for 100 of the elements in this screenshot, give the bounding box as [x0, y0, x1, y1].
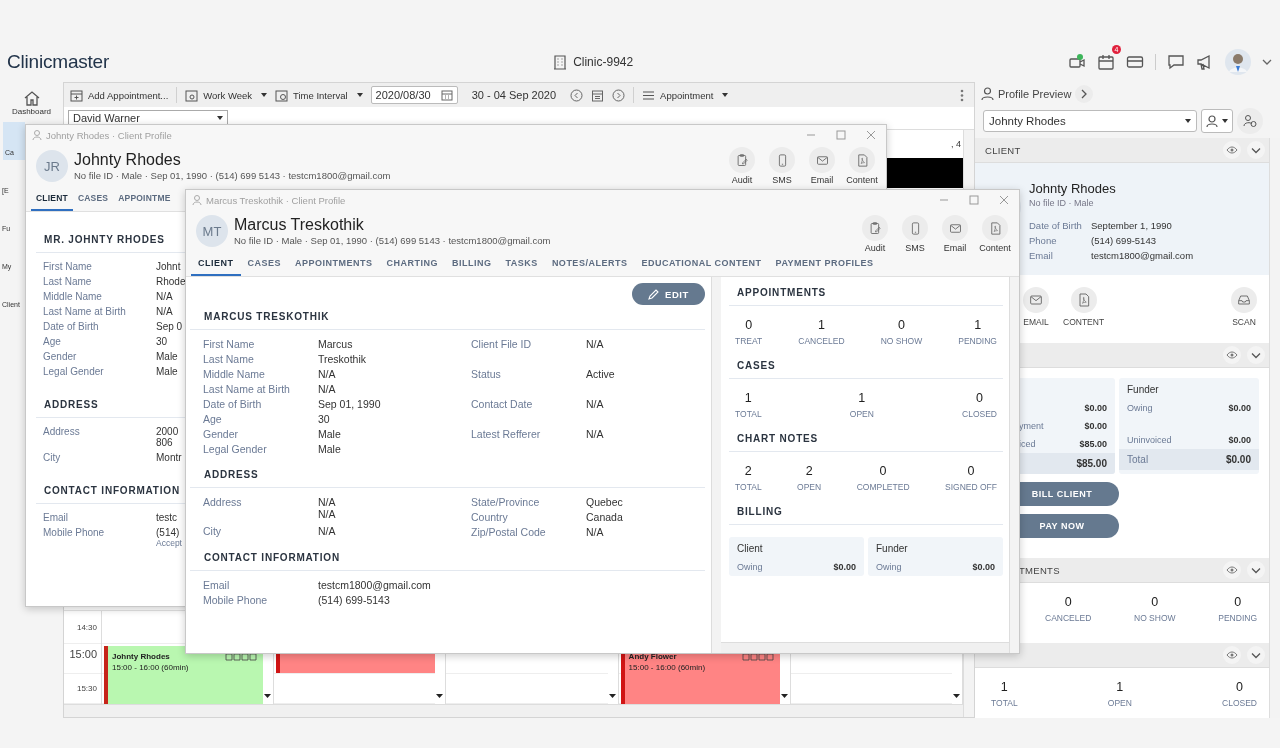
tab[interactable]: CASES: [240, 252, 288, 276]
appointment-block[interactable]: Johnty Rhodes 15:00 - 16:00 (60min): [104, 646, 264, 704]
tab[interactable]: APPOINTMENTS: [288, 252, 380, 276]
field-label: Status: [471, 368, 502, 382]
stat-value: 0: [1151, 595, 1159, 609]
collapse-button[interactable]: [1247, 141, 1265, 159]
view-dropdown[interactable]: Work Week: [185, 88, 268, 102]
client-dropdown[interactable]: Johnty Rhodes: [983, 110, 1197, 132]
section-title: APPOINTMENTS: [729, 287, 1003, 306]
clipboard-icon: [867, 220, 883, 236]
visibility-button[interactable]: [1223, 646, 1241, 664]
user-avatar[interactable]: [1225, 49, 1251, 75]
stat-label: OPEN: [1107, 698, 1132, 708]
add-person-button[interactable]: [1237, 108, 1263, 134]
calendar-icon[interactable]: [591, 88, 605, 102]
person-icon: [1206, 114, 1218, 128]
field-value: testcm1800@gmail.com: [318, 579, 431, 591]
caret-icon[interactable]: [608, 694, 616, 699]
field-note: Accept: [156, 538, 182, 548]
field-value: Active: [586, 368, 615, 380]
field-label: Age: [43, 336, 62, 347]
tab[interactable]: TASKS: [498, 252, 545, 276]
field-label: Mobile Phone: [43, 527, 106, 540]
previous-icon[interactable]: [570, 88, 584, 102]
date-range: 30 - 04 Sep 2020: [471, 89, 557, 101]
field-label: Email: [43, 512, 69, 523]
visibility-button[interactable]: [1223, 346, 1241, 364]
stat-value: 2: [805, 464, 813, 478]
tab[interactable]: CLIENT: [31, 187, 73, 211]
time-interval-dropdown[interactable]: Time Interval: [275, 88, 363, 102]
field-value: N/A: [318, 383, 336, 395]
person-settings-icon: [1243, 114, 1257, 128]
tab[interactable]: CHARTING: [379, 252, 446, 276]
video-call-icon[interactable]: [1068, 53, 1086, 71]
next-icon[interactable]: [612, 88, 626, 102]
caret-icon[interactable]: [780, 694, 788, 699]
field-label: Legal Gender: [203, 443, 268, 455]
stat-label: CLOSED: [1222, 698, 1257, 708]
maximize-icon[interactable]: [969, 195, 979, 205]
more-icon[interactable]: [960, 88, 964, 102]
status-icons: [225, 652, 260, 661]
tab[interactable]: BILLING: [445, 252, 499, 276]
field-value: N/A: [586, 398, 604, 410]
field-value: 30: [156, 336, 168, 347]
field-value: 2000: [156, 426, 179, 437]
tab[interactable]: CASES: [72, 187, 114, 211]
eye-icon: [1226, 146, 1238, 154]
collapse-button[interactable]: [1247, 561, 1265, 579]
collapse-button[interactable]: [1247, 346, 1265, 364]
status-icons: [741, 652, 776, 661]
date-field[interactable]: 2020/08/30: [370, 86, 458, 104]
chevron-down-icon: [1251, 351, 1261, 359]
edit-button[interactable]: EDIT: [631, 283, 705, 305]
calendar-plus-icon: [70, 88, 83, 102]
field-value: N/A: [318, 524, 336, 537]
add-appointment-button[interactable]: Add Appointment...: [70, 88, 169, 102]
field-value: September 1, 1990: [1091, 220, 1173, 231]
horizontal-scrollbar[interactable]: [64, 704, 963, 717]
field-label: Date of Birth: [43, 321, 100, 332]
person-dropdown[interactable]: [1201, 109, 1233, 133]
client-meta: No file ID · Male · Sep 01, 1990 · (514) 699 5143 · testcm1800@gmail.com: [74, 170, 391, 181]
field-label: Last Name: [203, 353, 255, 365]
chevron-down-icon[interactable]: [1262, 58, 1272, 66]
sidebar-item[interactable]: Dashboard: [0, 86, 63, 120]
close-icon[interactable]: [866, 130, 876, 140]
tab[interactable]: APPOINTME: [113, 187, 176, 211]
expand-button[interactable]: [1075, 85, 1094, 103]
section-title: CASES: [729, 360, 1003, 379]
visibility-button[interactable]: [1223, 561, 1241, 579]
eye-icon: [1226, 566, 1238, 574]
envelope-icon: [1028, 292, 1044, 308]
visibility-button[interactable]: [1223, 141, 1241, 159]
stat-label: CANCELED: [798, 336, 845, 346]
caret-icon[interactable]: [436, 694, 444, 699]
vertical-scrollbar[interactable]: [1009, 277, 1019, 653]
maximize-icon[interactable]: [836, 130, 846, 140]
chevron-down-icon: [1251, 566, 1261, 574]
action-button[interactable]: CONTENT: [1063, 287, 1105, 331]
caret-icon[interactable]: [264, 694, 272, 699]
appointment-dropdown[interactable]: Appointment: [642, 88, 729, 102]
field-value: Male: [156, 366, 178, 377]
stat-value: 0: [976, 391, 983, 405]
credit-card-icon[interactable]: [1126, 53, 1144, 71]
tab[interactable]: NOTES/ALERTS: [544, 252, 635, 276]
vertical-scrollbar[interactable]: [711, 277, 721, 653]
calendar-icon[interactable]: [1097, 53, 1115, 71]
tab[interactable]: PAYMENT PROFILES: [768, 252, 881, 276]
field-value: Male: [318, 443, 341, 455]
field-label: Date of Birth: [203, 398, 263, 410]
caret-icon[interactable]: [953, 694, 960, 699]
collapse-button[interactable]: [1247, 646, 1265, 664]
horizontal-scrollbar[interactable]: [721, 642, 1009, 653]
stat-value: 1: [1116, 680, 1124, 694]
close-icon[interactable]: [999, 195, 1009, 205]
avatar: MT: [196, 215, 228, 247]
section-title: CLIENT: [985, 144, 1021, 156]
chat-icon[interactable]: [1167, 53, 1185, 71]
tab[interactable]: CLIENT: [191, 252, 241, 276]
clinic-name: Clinic-9942: [573, 55, 634, 69]
tab[interactable]: EDUCATIONAL CONTENT: [634, 252, 769, 276]
